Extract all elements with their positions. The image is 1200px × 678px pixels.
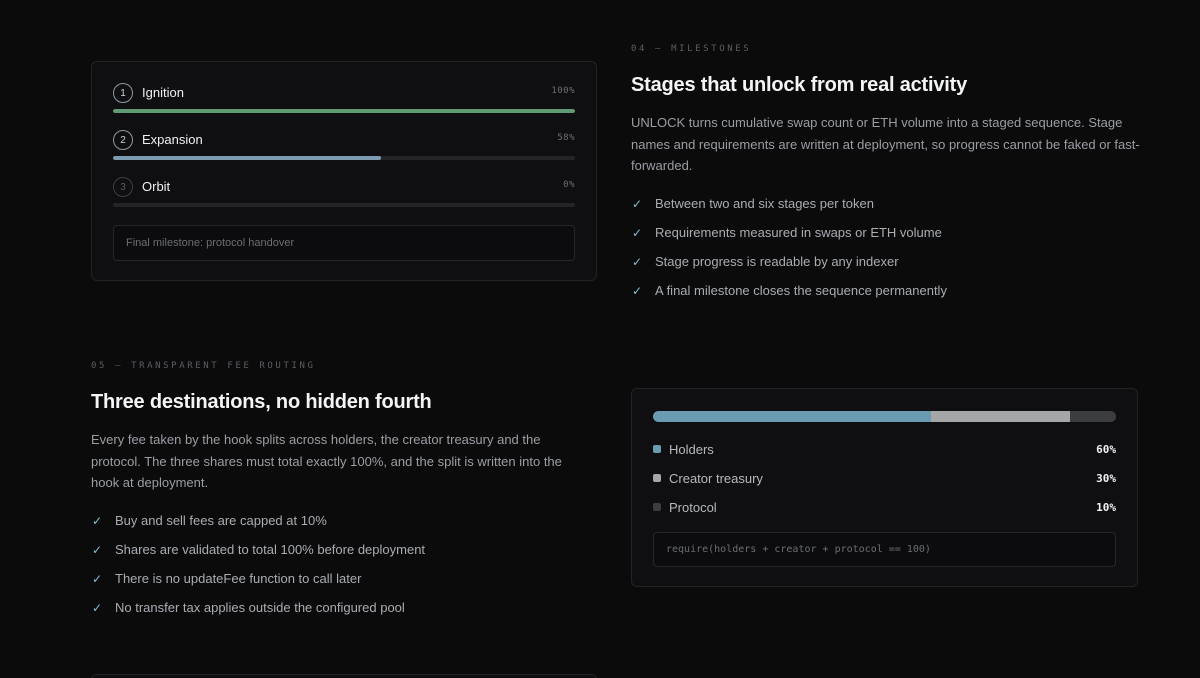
fee-split-card: Holders 60% Creator treasury 30% Protoco… [631, 388, 1138, 587]
list-item-text: Between two and six stages per token [655, 196, 874, 211]
next-card-edge [91, 674, 597, 678]
stage-number: 2 [113, 130, 133, 150]
check-icon: ✓ [632, 197, 643, 211]
legend-dot [653, 503, 661, 511]
stage-name: Ignition [142, 85, 184, 100]
list-item-text: Stage progress is readable by any indexe… [655, 254, 899, 269]
list-item: ✓ No transfer tax applies outside the con… [92, 600, 572, 629]
legend-name: Holders [669, 442, 714, 457]
code-snippet: require(holders + creator + protocol == … [653, 532, 1116, 567]
list-item: ✓ Stage progress is readable by any index… [632, 254, 1112, 283]
list-item: ✓ Requirements measured in swaps or ETH v… [632, 225, 1112, 254]
milestones-paragraph: UNLOCK turns cumulative swap count or ET… [631, 115, 1140, 173]
check-icon: ✓ [632, 284, 643, 298]
list-item-text: Shares are validated to total 100% befor… [115, 542, 426, 557]
legend-dot [653, 474, 661, 482]
list-item-text: No transfer tax applies outside the conf… [115, 600, 405, 615]
list-item-text: A final milestone closes the sequence pe… [655, 283, 947, 298]
milestones-checklist: ✓ Between two and six stages per token ✓ R… [632, 196, 1112, 312]
stage-percent: 0% [563, 180, 575, 190]
legend-value: 30% [1096, 472, 1116, 485]
split-segment-holders [653, 411, 931, 422]
stage-percent: 100% [551, 86, 575, 96]
legend-value: 60% [1096, 443, 1116, 456]
split-segment-protocol [1069, 411, 1116, 422]
list-item: ✓ There is no updateFee function to call … [92, 571, 572, 600]
stage-progress-track [113, 156, 575, 160]
list-item-text: Buy and sell fees are capped at 10% [115, 513, 327, 528]
list-item: ✓ A final milestone closes the sequence p… [632, 283, 1112, 312]
check-icon: ✓ [92, 514, 103, 528]
list-item: ✓ Shares are validated to total 100% befo… [92, 542, 572, 571]
stage-name: Orbit [142, 179, 171, 194]
legend-name: Protocol [669, 500, 717, 515]
fees-eyebrow: 05 — TRANSPARENT FEE ROUTING [91, 361, 316, 371]
stage-progress-track [113, 109, 575, 113]
check-icon: ✓ [92, 543, 103, 557]
fees-heading: Three destinations, no hidden fourth [91, 391, 432, 413]
fees-paragraph: Every fee taken by the hook splits acros… [91, 432, 562, 490]
legend-dot [653, 445, 661, 453]
stage-name: Expansion [142, 132, 203, 147]
legend-name: Creator treasury [669, 471, 763, 486]
check-icon: ✓ [92, 601, 103, 615]
list-item: ✓ Buy and sell fees are capped at 10% [92, 513, 572, 542]
list-item-text: There is no updateFee function to call l… [115, 571, 362, 586]
stage-progress-fill [113, 109, 575, 113]
check-icon: ✓ [92, 572, 103, 586]
final-milestone-box: Final milestone: protocol handover [113, 225, 575, 261]
fee-split-bar [653, 411, 1116, 422]
legend-value: 10% [1096, 501, 1116, 514]
milestones-card: 1 Ignition 100% 2 Expansion 58% 3 Orbit … [91, 61, 597, 281]
milestones-heading: Stages that unlock from real activity [631, 74, 968, 96]
list-item: ✓ Between two and six stages per token [632, 196, 1112, 225]
stage-number: 3 [113, 177, 133, 197]
check-icon: ✓ [632, 226, 643, 240]
fees-checklist: ✓ Buy and sell fees are capped at 10% ✓ Sh… [92, 513, 572, 629]
check-icon: ✓ [632, 255, 643, 269]
stage-progress-fill [113, 156, 381, 160]
legend-row-protocol: Protocol 10% [653, 499, 1116, 517]
list-item-text: Requirements measured in swaps or ETH vo… [655, 225, 942, 240]
milestones-eyebrow: 04 — MILESTONES [631, 44, 752, 54]
legend-row-holders: Holders 60% [653, 441, 1116, 459]
legend-row-creator: Creator treasury 30% [653, 470, 1116, 488]
stage-number: 1 [113, 83, 133, 103]
stage-percent: 58% [557, 133, 575, 143]
split-segment-creator [930, 411, 1070, 422]
stage-progress-track [113, 203, 575, 207]
